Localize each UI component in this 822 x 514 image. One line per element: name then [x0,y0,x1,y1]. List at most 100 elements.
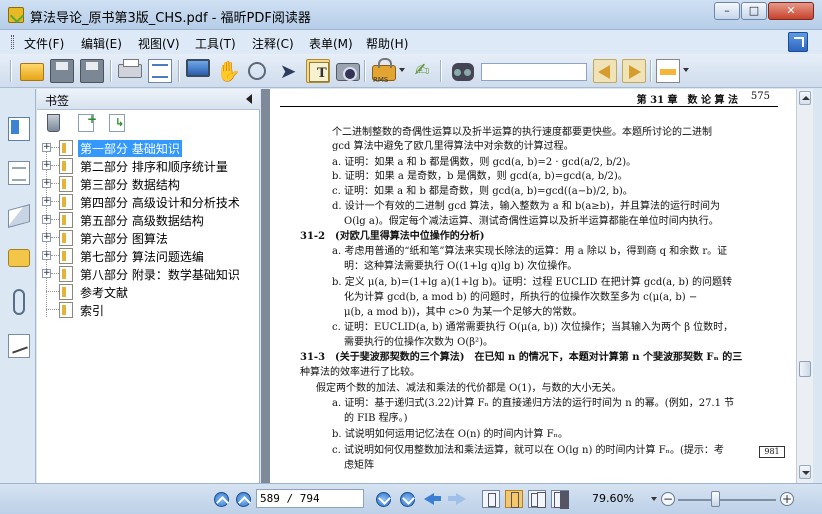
comments-panel-icon[interactable] [8,249,30,267]
page-number-input[interactable]: 589 / 794 [256,489,364,508]
expand-icon[interactable]: + [42,215,51,224]
bookmark-label: 第一部分 基础知识 [78,140,182,157]
save-icon[interactable] [50,59,74,83]
zoom-slider-track[interactable] [678,499,776,501]
text-select-tool-button[interactable] [306,59,330,83]
find-next-icon[interactable] [622,59,646,83]
bookmark-page-icon [59,248,73,264]
bookmark-item[interactable]: + 第八部分 附录：数学基础知识 [37,265,260,283]
zoom-dropdown-icon[interactable] [651,497,657,501]
find-binoculars-icon[interactable] [452,63,474,81]
print-icon[interactable] [118,59,142,78]
find-previous-icon[interactable] [593,59,617,83]
add-bookmark-icon[interactable] [78,112,97,132]
bookmark-item[interactable]: + 第一部分 基础知识 [37,139,260,157]
zoom-in-button[interactable]: + [780,492,794,506]
hand-tool-icon[interactable]: ✋ [216,59,241,83]
search-input[interactable] [481,63,587,81]
open-folder-icon[interactable] [20,63,44,81]
bookmark-label: 第三部分 数据结构 [80,178,180,192]
facing-layout-icon[interactable] [528,490,546,508]
layers-panel-icon[interactable] [8,204,30,228]
sign-icon[interactable]: ✍ [410,59,434,83]
page-text-line: a. 考虑用普通的“纸和笔”算法来实现长除法的运算：用 a 除以 b，得到商 q… [332,246,728,257]
signatures-panel-icon[interactable] [8,334,30,358]
bookmark-label: 参考文献 [80,286,129,300]
menu-form[interactable]: 表单(M) [309,35,353,52]
bookmark-item[interactable]: + 第三部分 数据结构 [37,175,260,193]
full-screen-icon[interactable] [186,59,210,77]
toolbar-separator [440,60,442,82]
page-number: 575 [750,91,770,102]
single-page-layout-icon[interactable] [482,490,500,508]
history-forward-icon[interactable] [448,492,466,506]
menu-edit[interactable]: 编辑(E) [81,35,122,52]
history-back-icon[interactable] [424,492,442,506]
next-page-icon[interactable] [376,492,391,507]
zoom-tool-icon[interactable] [248,62,266,80]
scroll-thumb[interactable] [799,361,811,377]
bookmark-label: 第五部分 高级数据结构 [80,214,204,228]
scroll-up-icon[interactable] [799,91,811,105]
pages-panel-icon[interactable] [8,161,30,185]
expand-view-icon[interactable] [788,32,808,52]
highlight-icon[interactable] [656,59,680,83]
menu-view[interactable]: 视图(V) [138,35,180,52]
expand-icon[interactable]: + [42,197,51,206]
continuous-layout-icon[interactable] [505,490,523,508]
document-view[interactable]: 第 31 章 数 论 算 法 575 个二进制整数的奇偶性运算以及折半运算的执行… [261,89,796,483]
expand-icon[interactable]: + [42,143,51,152]
delete-bookmark-icon[interactable] [47,114,60,132]
scroll-down-icon[interactable] [799,465,811,479]
toolbar-separator [178,60,180,82]
first-page-icon[interactable] [214,492,229,507]
expand-icon[interactable]: + [42,269,51,278]
zoom-slider-thumb[interactable] [711,491,720,507]
expand-icon[interactable]: + [42,251,51,260]
expand-icon[interactable]: + [42,179,51,188]
bookmark-item[interactable]: + 第四部分 高级设计和分析技术 [37,193,260,211]
select-cursor-icon[interactable]: ➤ [276,59,300,83]
highlight-dropdown-icon[interactable] [683,68,689,72]
tree-connector [51,147,59,148]
previous-page-icon[interactable] [236,492,251,507]
page-text-line: b. 定义 μ(a, b)=(1+lg a)(1+lg b)。证明：过程 EUC… [332,277,732,288]
zoom-level[interactable]: 79.60% [592,492,634,505]
snapshot-icon[interactable] [336,63,360,81]
zoom-out-button[interactable]: − [661,492,675,506]
save-as-icon[interactable] [80,59,104,83]
add-child-bookmark-icon[interactable] [109,114,125,132]
bookmarks-panel-icon[interactable] [8,117,30,141]
bookmark-label: 第二部分 排序和顺序统计量 [80,160,228,174]
bookmark-item[interactable]: + 第六部分 图算法 [37,229,260,247]
maximize-button[interactable]: □ [741,2,767,20]
attachments-panel-icon[interactable] [13,289,25,315]
close-button[interactable]: ✕ [768,2,814,20]
vertical-scrollbar[interactable] [796,89,813,483]
expand-icon[interactable]: + [42,161,51,170]
chapter-heading: 第 31 章 数 论 算 法 [636,95,738,106]
menu-file[interactable]: 文件(F) [24,35,64,52]
window-title: 算法导论_原书第3版_CHS.pdf - 福昕PDF阅读器 [30,11,311,26]
bookmark-item[interactable]: + 第二部分 排序和顺序统计量 [37,157,260,175]
bookmark-page-icon [59,176,73,192]
expand-icon[interactable]: + [42,233,51,242]
page-text-line: a. 证明：基于递归式(3.22)计算 Fₙ 的直接递归方法的运行时间为 n 的… [332,398,735,409]
bookmark-item[interactable]: 参考文献 [37,283,260,301]
bookmark-label: 第七部分 算法问题选编 [80,250,204,264]
properties-icon[interactable] [148,59,172,83]
toolbar-separator [650,60,652,82]
last-page-icon[interactable] [400,492,415,507]
minimize-button[interactable]: – [714,2,740,20]
menu-comment[interactable]: 注释(C) [252,35,294,52]
continuous-facing-layout-icon[interactable] [551,490,569,508]
bookmark-item[interactable]: 索引 [37,301,260,319]
menu-help[interactable]: 帮助(H) [366,35,408,52]
toolbar: ✋ ➤ RMS ✍ [0,54,822,88]
menu-tools[interactable]: 工具(T) [195,35,236,52]
collapse-panel-icon[interactable] [246,94,252,104]
bookmark-label: 第八部分 附录：数学基础知识 [80,268,240,282]
bookmark-item[interactable]: + 第五部分 高级数据结构 [37,211,260,229]
bookmark-item[interactable]: + 第七部分 算法问题选编 [37,247,260,265]
rms-dropdown-icon[interactable] [399,68,405,72]
